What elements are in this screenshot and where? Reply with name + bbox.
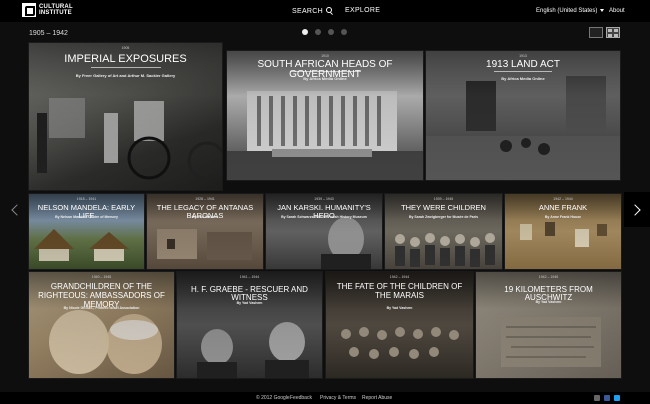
- chevron-right-icon: [629, 203, 641, 216]
- tile-title: ANNE FRANK: [538, 203, 588, 212]
- exhibit-tile[interactable]: 1918 – 1941 NELSON MANDELA: EARLY LIFE B…: [29, 194, 144, 269]
- tile-author: By Nicole GEISEL, Primero Israel Associa…: [63, 306, 140, 310]
- time-period-label: 1905 – 1942: [29, 30, 68, 37]
- tile-date: 1939 – 1943: [314, 197, 334, 201]
- footer: © 2012 Google Feedback Privacy & Terms R…: [0, 392, 650, 404]
- exhibit-tile[interactable]: 1910 SOUTH AFRICAN HEADS OF GOVERNMENT B…: [227, 51, 423, 180]
- tile-date: 1910: [321, 54, 329, 58]
- twitter-icon[interactable]: [614, 395, 620, 401]
- tile-title: 1913 LAND ACT: [486, 59, 560, 70]
- tile-author: By Freer Gallery of Art and Arthur M. Sa…: [75, 73, 176, 78]
- exhibit-tile[interactable]: 1942 – 1945 19 KILOMETERS FROM AUSCHWITZ…: [476, 272, 621, 378]
- tile-author: By Sarah Schwarzschild for Polish Histor…: [281, 215, 367, 219]
- page-dot-4[interactable]: [341, 29, 347, 35]
- tile-date: 1942 – 1945: [538, 275, 559, 279]
- tile-title: H. F. GRAEBE - RESCUER AND WITNESS: [191, 285, 308, 302]
- tile-date: 1918 – 1941: [76, 197, 97, 201]
- tile-date: 1941 – 1944: [239, 275, 260, 279]
- tile-date: 1905: [121, 46, 130, 50]
- view-toggle: [589, 27, 620, 38]
- explore-nav-button[interactable]: EXPLORE: [345, 7, 380, 14]
- feedback-link[interactable]: Feedback: [290, 395, 312, 401]
- tile-date: 1939 – 1945: [433, 197, 454, 201]
- exhibit-tile[interactable]: 1942 – 1944 ANNE FRANK By Anne Frank Hou…: [505, 194, 621, 269]
- exhibit-tile[interactable]: 1940 – 1945 GRANDCHILDREN OF THE RIGHTEO…: [29, 272, 174, 378]
- tile-author: By Yad Vashem: [192, 215, 218, 219]
- about-link[interactable]: About: [609, 8, 625, 14]
- single-view-icon[interactable]: [589, 27, 603, 38]
- privacy-terms-link[interactable]: Privacy & Terms: [320, 395, 356, 401]
- page-dot-1[interactable]: [302, 29, 308, 35]
- tile-date: 1942 – 1944: [553, 197, 573, 201]
- exhibit-tile[interactable]: 1939 – 1943 JAN KARSKI. HUMANITY'S HERO …: [266, 194, 382, 269]
- cultural-institute-logo[interactable]: CULTURAL INSTITUTE: [22, 3, 73, 17]
- logo-line2: INSTITUTE: [39, 10, 72, 16]
- report-abuse-link[interactable]: Report Abuse: [362, 395, 392, 401]
- tile-date: 1942 – 1944: [389, 275, 410, 279]
- exhibit-tile[interactable]: 1913 1913 LAND ACT By Africa Media Onlin…: [426, 51, 620, 180]
- page-dot-2[interactable]: [315, 29, 321, 35]
- language-label: English (United States): [536, 8, 598, 14]
- tile-title: IMPERIAL EXPOSURES: [64, 53, 187, 65]
- gplus-icon[interactable]: [594, 395, 600, 401]
- tile-author: By Anne Frank House: [544, 215, 582, 219]
- chevron-left-icon: [11, 204, 23, 216]
- tile-date: 1928 – 1941: [195, 197, 215, 201]
- exhibit-tile[interactable]: 1928 – 1941 THE LEGACY OF ANTANAS BARONA…: [147, 194, 263, 269]
- exhibit-tile[interactable]: 1905 IMPERIAL EXPOSURES By Freer Gallery…: [29, 43, 222, 190]
- logo-mark-icon: [22, 3, 36, 17]
- exhibit-tile[interactable]: 1942 – 1944 THE FATE OF THE CHILDREN OF …: [326, 272, 473, 378]
- tile-author: By Yad Vashem: [386, 306, 413, 310]
- tile-author: By Yad Vashem: [535, 300, 562, 304]
- exhibit-tile[interactable]: 1939 – 1945 THEY WERE CHILDREN By Sarah …: [385, 194, 502, 269]
- tile-author: By Africa Media Online: [303, 76, 347, 81]
- exhibit-tile[interactable]: 1941 – 1944 H. F. GRAEBE - RESCUER AND W…: [177, 272, 322, 378]
- tile-date: 1913: [519, 54, 527, 58]
- tile-author: By Africa Media Online: [501, 76, 545, 81]
- tile-title: THE FATE OF THE CHILDREN OF THE MARAIS: [336, 282, 463, 300]
- facebook-icon[interactable]: [604, 395, 610, 401]
- caret-down-icon: [600, 8, 605, 12]
- search-icon: [325, 7, 332, 13]
- tile-author: By Sarah Zweigberger for Musée de Paris: [408, 215, 479, 219]
- top-bar: CULTURAL INSTITUTE SEARCH EXPLORE Englis…: [0, 0, 650, 22]
- search-nav-button[interactable]: SEARCH: [292, 7, 332, 15]
- tile-author: By Yad Vashem: [236, 301, 263, 305]
- search-label: SEARCH: [292, 8, 323, 15]
- grid-view-icon[interactable]: [606, 27, 620, 38]
- copyright-text: © 2012 Google: [256, 395, 290, 401]
- page-indicator: [302, 29, 347, 35]
- previous-arrow-button[interactable]: [5, 196, 25, 224]
- tile-author: By Nelson Mandela Centre of Memory: [55, 215, 118, 219]
- page-dot-3[interactable]: [328, 29, 334, 35]
- next-arrow-button[interactable]: [624, 192, 650, 227]
- tile-date: 1940 – 1945: [91, 275, 112, 279]
- tile-title: THEY WERE CHILDREN: [401, 203, 486, 212]
- language-selector[interactable]: English (United States): [536, 8, 605, 14]
